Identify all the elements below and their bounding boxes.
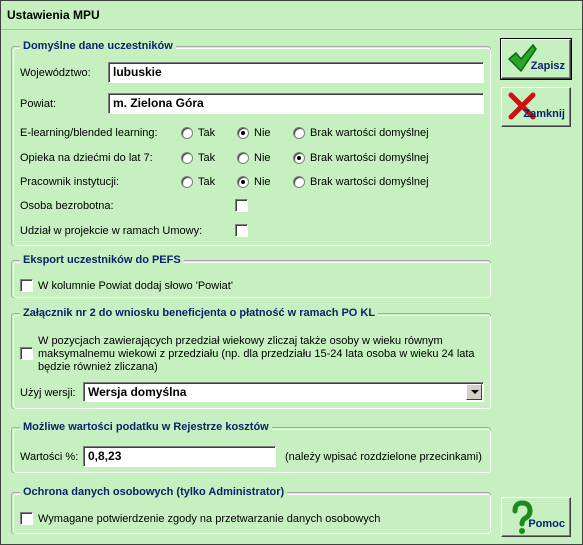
childcare-yes-label[interactable]: Tak (198, 151, 215, 165)
version-select-value: Wersja domyślna (88, 385, 187, 399)
version-label: Użyj wersji: (20, 387, 76, 399)
participation-label: Udział w projekcie w ramach Umowy: (20, 225, 203, 237)
voivodeship-label: Województwo: (20, 67, 91, 79)
tax-legend: Możliwe wartości podatku w Rejestrze kos… (20, 420, 272, 434)
privacy-consent-label[interactable]: Wymagane potwierdzenie zgody na przetwar… (38, 512, 380, 526)
save-button[interactable]: Zapisz (500, 38, 572, 80)
participation-checkbox[interactable] (235, 224, 248, 237)
age-text-line2[interactable]: maksymalnemu wiekowi z przedziału (np. d… (38, 347, 475, 361)
settings-window: Ustawienia MPU Domyślne dane uczestników… (0, 0, 583, 545)
employee-no-label[interactable]: Nie (254, 175, 271, 189)
employee-yes-radio[interactable] (181, 176, 193, 188)
close-button[interactable]: Zamknij (501, 87, 571, 127)
attachment-legend: Załącznik nr 2 do wniosku beneficjenta o… (20, 306, 379, 320)
pefs-county-label[interactable]: W kolumnie Powiat dodaj słowo 'Powiat' (38, 279, 233, 293)
childcare-label: Opieka na dziećmi do lat 7: (20, 152, 153, 164)
employee-none-radio[interactable] (293, 176, 305, 188)
county-label: Powiat: (20, 98, 57, 110)
elearning-yes-radio[interactable] (181, 127, 193, 139)
elearning-none-label[interactable]: Brak wartości domyślnej (310, 126, 429, 140)
elearning-label: E-learning/blended learning: (20, 127, 158, 139)
employee-none-label[interactable]: Brak wartości domyślnej (310, 175, 429, 189)
age-checkbox[interactable] (20, 347, 33, 360)
employee-label: Pracownik instytucji: (20, 176, 120, 188)
elearning-no-radio[interactable] (237, 127, 249, 139)
unemployed-checkbox[interactable] (235, 199, 248, 212)
voivodeship-field[interactable]: lubuskie (108, 62, 484, 83)
employee-yes-label[interactable]: Tak (198, 175, 215, 189)
save-button-label: Zapisz (530, 60, 565, 72)
privacy-legend: Ochrona danych osobowych (tylko Administ… (20, 485, 288, 499)
version-select[interactable]: Wersja domyślna (83, 382, 484, 402)
age-text-line1[interactable]: W pozycjach zawierających przedział wiek… (38, 334, 443, 348)
childcare-no-label[interactable]: Nie (254, 151, 271, 165)
childcare-none-radio[interactable] (293, 152, 305, 164)
elearning-yes-label[interactable]: Tak (198, 126, 215, 140)
window-title: Ustawienia MPU (1, 1, 582, 30)
pefs-county-checkbox[interactable] (20, 279, 33, 292)
childcare-none-label[interactable]: Brak wartości domyślnej (310, 151, 429, 165)
unemployed-label: Osoba bezrobotna: (20, 200, 114, 212)
elearning-none-radio[interactable] (293, 127, 305, 139)
age-text-line3[interactable]: będzie również zliczana) (38, 360, 158, 374)
pefs-legend: Eksport uczestników do PEFS (20, 253, 184, 267)
chevron-down-icon[interactable] (466, 384, 482, 400)
tax-values-label: Wartości %: (20, 451, 79, 463)
help-button-label: Pomoc (528, 518, 565, 530)
privacy-consent-checkbox[interactable] (20, 512, 33, 525)
participants-legend: Domyślne dane uczestników (20, 39, 176, 53)
tax-hint: (należy wpisać rozdzielone przecinkami) (285, 451, 482, 463)
tax-values-field[interactable]: 0,8,23 (83, 446, 276, 467)
elearning-no-label[interactable]: Nie (254, 126, 271, 140)
childcare-no-radio[interactable] (237, 152, 249, 164)
employee-no-radio[interactable] (237, 176, 249, 188)
county-field[interactable]: m. Zielona Góra (108, 93, 484, 114)
help-button[interactable]: Pomoc (501, 497, 571, 537)
childcare-yes-radio[interactable] (181, 152, 193, 164)
close-button-label: Zamknij (523, 108, 565, 120)
